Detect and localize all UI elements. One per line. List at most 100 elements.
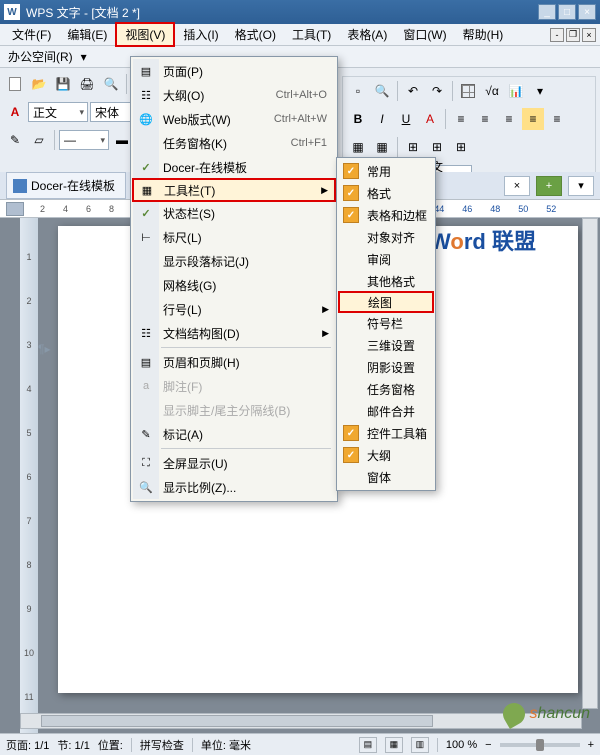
menu-item-label: 工具栏(T) — [164, 182, 334, 199]
toolbar-submenu-item[interactable]: 符号栏 — [339, 312, 433, 334]
menu-table[interactable]: 表格(A) — [339, 24, 395, 45]
toolbar-submenu-item[interactable]: 绘图 — [338, 291, 434, 313]
doc-restore-button[interactable]: ❐ — [566, 28, 580, 42]
toolbar-submenu-item[interactable]: 其他格式 — [339, 270, 433, 292]
menu-file[interactable]: 文件(F) — [4, 24, 59, 45]
view-menu-item[interactable]: 显示段落标记(J) — [133, 249, 335, 273]
view-menu-item[interactable]: ⊢标尺(L) — [133, 225, 335, 249]
view-menu-item[interactable]: 🌐Web版式(W)Ctrl+Alt+W — [133, 107, 335, 131]
zoom-value[interactable]: 100 % — [446, 739, 477, 751]
menu-insert[interactable]: 插入(I) — [175, 24, 226, 45]
new-doc-icon[interactable] — [4, 73, 26, 95]
app-icon: W — [4, 4, 20, 20]
vertical-scrollbar[interactable] — [582, 218, 598, 709]
view-outline-button[interactable]: ▦ — [385, 737, 403, 753]
undo-icon[interactable]: ↶ — [402, 80, 424, 102]
toolbar-submenu-item[interactable]: 对象对齐 — [339, 226, 433, 248]
view-menu-item[interactable]: ⛶全屏显示(U) — [133, 451, 335, 475]
style-combo[interactable]: 正文 — [28, 102, 88, 122]
save-icon[interactable]: 💾 — [52, 73, 74, 95]
toolbar-submenu-item[interactable]: 邮件合并 — [339, 400, 433, 422]
view-menu-item[interactable]: 行号(L)▶ — [133, 297, 335, 321]
view-menu-item[interactable]: ✓状态栏(S) — [133, 201, 335, 225]
toolbar-submenu-item[interactable]: ✓格式 — [339, 182, 433, 204]
toolbar-submenu-item[interactable]: 窗体 — [339, 466, 433, 488]
zoom-in-button[interactable]: + — [588, 739, 594, 751]
horizontal-scrollbar[interactable] — [20, 713, 582, 729]
vertical-ruler[interactable]: 123456789101112 — [20, 218, 38, 733]
view-menu-item[interactable]: 🔍显示比例(Z)... — [133, 475, 335, 499]
toolbar-submenu-item[interactable]: ✓常用 — [339, 160, 433, 182]
underline-icon[interactable]: U — [395, 108, 417, 130]
toolbar-submenu-item[interactable]: ✓控件工具箱 — [339, 422, 433, 444]
indent-marker-icon[interactable] — [6, 202, 24, 216]
dropdown-icon[interactable]: ▾ — [81, 50, 95, 64]
view-menu-item[interactable]: ☷文档结构图(D)▶ — [133, 321, 335, 345]
menu-edit[interactable]: 编辑(E) — [59, 24, 115, 45]
cell-align-icon[interactable]: ⊞ — [402, 136, 424, 158]
formula-icon[interactable]: √α — [481, 80, 503, 102]
view-page-button[interactable]: ▤ — [359, 737, 377, 753]
view-menu-item[interactable]: ▤页面(P) — [133, 59, 335, 83]
menu-window[interactable]: 窗口(W) — [395, 24, 454, 45]
italic-icon[interactable]: I — [371, 108, 393, 130]
bold-icon[interactable]: B — [347, 108, 369, 130]
font-color-icon[interactable]: A — [419, 108, 441, 130]
split-icon[interactable]: ▦ — [371, 136, 393, 158]
submenu-label: 任务窗格 — [367, 381, 415, 398]
merge-icon[interactable]: ▦ — [347, 136, 369, 158]
eraser-icon[interactable]: ▱ — [28, 129, 50, 151]
align-center-icon[interactable]: ≡ — [474, 108, 496, 130]
zoom-slider[interactable] — [500, 743, 580, 747]
preview-icon[interactable]: 🔍 — [100, 73, 122, 95]
view-menu-item[interactable]: ✓Docer-在线模板 — [133, 155, 335, 179]
tab-menu-button[interactable]: ▾ — [568, 176, 594, 196]
print-icon[interactable]: 🖨 — [76, 73, 98, 95]
style-a-icon[interactable]: A — [4, 101, 26, 123]
insert-here-icon[interactable]: ¶▸ — [38, 342, 54, 358]
tab-new-button[interactable]: + — [536, 176, 562, 196]
workspace-label[interactable]: 办公空间(R) — [8, 48, 73, 65]
toolbar-submenu-item[interactable]: 任务窗格 — [339, 378, 433, 400]
menu-help[interactable]: 帮助(H) — [455, 24, 512, 45]
find-icon[interactable]: 🔍 — [371, 80, 393, 102]
view-menu-item[interactable]: ▤页眉和页脚(H) — [133, 350, 335, 374]
toolbar-btn[interactable]: ▫ — [347, 80, 369, 102]
menu-tools[interactable]: 工具(T) — [284, 24, 339, 45]
view-menu-item[interactable]: ▦工具栏(T)▶ — [132, 178, 336, 202]
line-weight-combo[interactable]: — — [59, 130, 109, 150]
toolbar-submenu-item[interactable]: ✓表格和边框 — [339, 204, 433, 226]
doc-close-button[interactable]: × — [582, 28, 596, 42]
view-menu-item[interactable]: ☷大纲(O)Ctrl+Alt+O — [133, 83, 335, 107]
toolbar-submenu-item[interactable]: 阴影设置 — [339, 356, 433, 378]
maximize-button[interactable]: □ — [558, 4, 576, 20]
align-left-icon[interactable]: ≡ — [450, 108, 472, 130]
view-menu-item[interactable]: 任务窗格(K)Ctrl+F1 — [133, 131, 335, 155]
toolbar-submenu-item[interactable]: ✓大纲 — [339, 444, 433, 466]
tab-close-button[interactable]: × — [504, 176, 530, 196]
insert-table-icon[interactable] — [457, 80, 479, 102]
align-right-icon[interactable]: ≡ — [498, 108, 520, 130]
align-justify-icon[interactable]: ≡ — [522, 108, 544, 130]
align-distribute-icon[interactable]: ≡ — [546, 108, 568, 130]
toolbar-submenu-item[interactable]: 三维设置 — [339, 334, 433, 356]
doc-minimize-button[interactable]: - — [550, 28, 564, 42]
redo-icon[interactable]: ↷ — [426, 80, 448, 102]
open-icon[interactable]: 📂 — [28, 73, 50, 95]
zoom-out-button[interactable]: − — [485, 739, 491, 751]
distribute-rows-icon[interactable]: ⊞ — [426, 136, 448, 158]
close-button[interactable]: × — [578, 4, 596, 20]
table-draw-icon[interactable]: ✎ — [4, 129, 26, 151]
view-menu-item[interactable]: 网格线(G) — [133, 273, 335, 297]
minimize-button[interactable]: _ — [538, 4, 556, 20]
toolbar-submenu-item[interactable]: 审阅 — [339, 248, 433, 270]
menu-format[interactable]: 格式(O) — [227, 24, 284, 45]
status-spellcheck[interactable]: 拼写检查 — [140, 737, 184, 753]
chart-icon[interactable]: 📊 — [505, 80, 527, 102]
document-tab[interactable]: Docer-在线模板 — [6, 172, 126, 199]
menu-view[interactable]: 视图(V) — [115, 22, 175, 47]
view-web-button[interactable]: ▥ — [411, 737, 429, 753]
view-menu-item[interactable]: ✎标记(A) — [133, 422, 335, 446]
distribute-cols-icon[interactable]: ⊞ — [450, 136, 472, 158]
more-icon[interactable]: ▾ — [529, 80, 551, 102]
